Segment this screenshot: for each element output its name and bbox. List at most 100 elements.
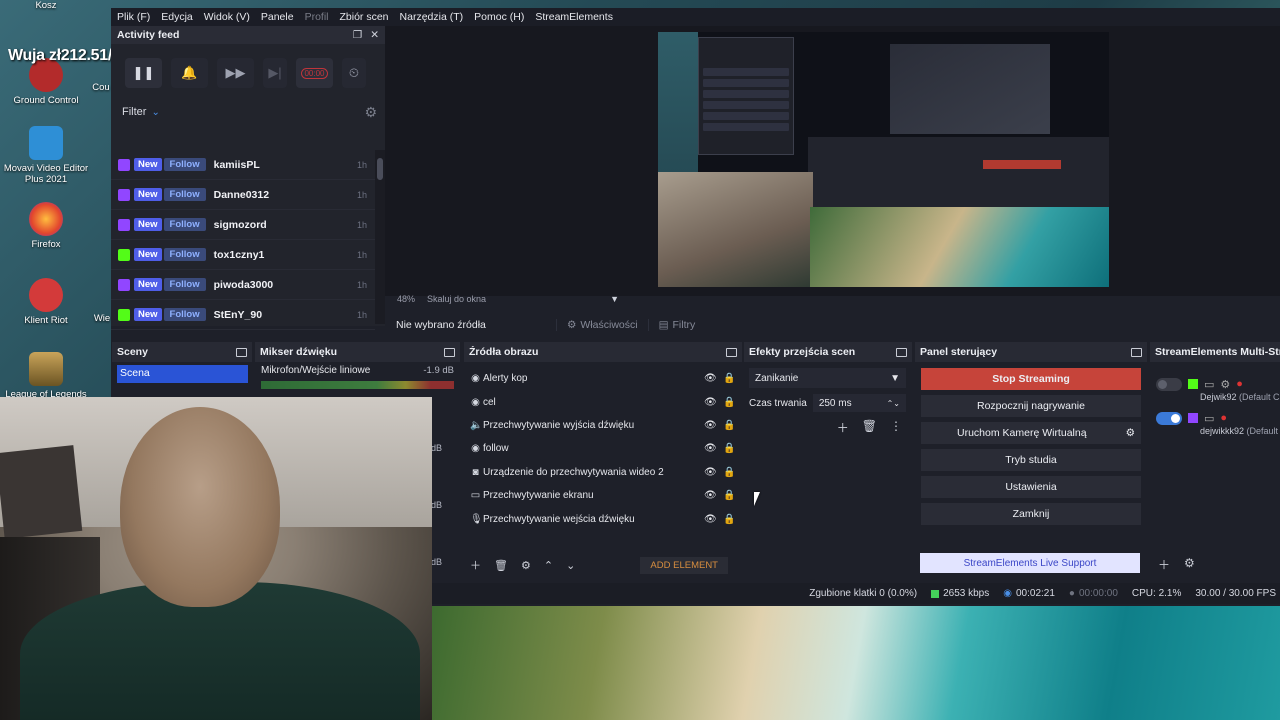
- desktop-icon-riot-client[interactable]: Klient Riot: [0, 278, 92, 326]
- menu-tools[interactable]: Narzędzia (T): [400, 11, 464, 23]
- eye-icon[interactable]: 👁: [704, 373, 717, 384]
- source-item[interactable]: ▭ Przechwytywanie ekranu 👁 🔒: [464, 484, 742, 507]
- menu-streamelements[interactable]: StreamElements: [535, 11, 613, 23]
- menu-scene-collection[interactable]: Zbiór scen: [340, 11, 389, 23]
- feed-time: 1h: [356, 189, 367, 200]
- menu-edit[interactable]: Edycja: [161, 11, 193, 23]
- desktop-icon-firefox[interactable]: Firefox: [0, 202, 92, 250]
- gear-icon[interactable]: ⚙: [1184, 556, 1195, 573]
- menu-view[interactable]: Widok (V): [204, 11, 250, 23]
- trash-icon[interactable]: 🗑: [862, 419, 877, 436]
- zoom-mode[interactable]: Skaluj do okna: [427, 294, 486, 306]
- desktop-icon-recycle-bin[interactable]: Kosz: [0, 0, 92, 11]
- lock-icon[interactable]: 🔒: [723, 420, 735, 431]
- stop-streaming-button[interactable]: Stop Streaming: [921, 368, 1141, 390]
- lock-icon[interactable]: 🔒: [723, 514, 735, 525]
- source-item[interactable]: ◉ cel 👁 🔒: [464, 390, 742, 413]
- source-item[interactable]: ◙ Urządzenie do przechwytywania wideo 2 …: [464, 461, 742, 484]
- source-item[interactable]: ◉ Alerty kop 👁 🔒: [464, 367, 742, 390]
- se-live-support-button[interactable]: StreamElements Live Support: [920, 553, 1140, 573]
- gear-icon[interactable]: ⚙: [1126, 427, 1135, 439]
- move-down-icon[interactable]: ⌄: [566, 559, 575, 572]
- settings-button[interactable]: Ustawienia: [921, 476, 1141, 498]
- eye-icon[interactable]: 👁: [704, 443, 717, 454]
- add-icon[interactable]: ＋: [837, 419, 849, 436]
- monitor-icon[interactable]: ▭: [1204, 378, 1214, 391]
- undock-icon[interactable]: [236, 347, 247, 357]
- gear-icon[interactable]: ⚙: [521, 559, 531, 572]
- eye-icon[interactable]: 👁: [704, 420, 717, 431]
- skip-next-button[interactable]: ▶|: [263, 58, 287, 88]
- add-icon[interactable]: ＋: [470, 557, 481, 573]
- add-icon[interactable]: ＋: [1158, 556, 1170, 573]
- lock-icon[interactable]: 🔒: [723, 443, 735, 454]
- menu-help[interactable]: Pomoc (H): [474, 11, 524, 23]
- eye-icon[interactable]: 👁: [704, 514, 717, 525]
- mute-alerts-button[interactable]: 🔔: [171, 58, 208, 88]
- account-suffix: (Default: [1246, 426, 1279, 436]
- feed-item[interactable]: New Follow StEnY_90 1h: [111, 300, 375, 330]
- virtual-camera-row: Uruchom Kamerę Wirtualną ⚙: [921, 422, 1141, 444]
- feed-scrollbar[interactable]: [375, 150, 385, 324]
- lock-icon[interactable]: 🔒: [723, 490, 735, 501]
- undock-icon[interactable]: [726, 347, 737, 357]
- add-element-button[interactable]: ADD ELEMENT: [640, 556, 728, 574]
- menu-file[interactable]: Plik (F): [117, 11, 150, 23]
- eye-icon[interactable]: 👁: [704, 397, 717, 408]
- exit-button[interactable]: Zamknij: [921, 503, 1141, 525]
- feed-item[interactable]: New Follow tox1czny1 1h: [111, 240, 375, 270]
- studio-mode-button[interactable]: Tryb studia: [921, 449, 1141, 471]
- desktop-icon-league[interactable]: League of Legends: [0, 352, 92, 400]
- desktop-wallpaper-beach: [432, 604, 1280, 720]
- source-item[interactable]: 🎙 Przechwytywanie wejścia dźwięku 👁 🔒: [464, 507, 742, 530]
- start-recording-button[interactable]: Rozpocznij nagrywanie: [921, 395, 1141, 417]
- undock-icon[interactable]: [444, 347, 455, 357]
- eye-icon[interactable]: 👁: [704, 467, 717, 478]
- more-icon[interactable]: ⋮: [890, 419, 902, 436]
- source-item[interactable]: 🔈 Przechwytywanie wyjścia dźwięku 👁 🔒: [464, 414, 742, 437]
- feed-username: piwoda3000: [213, 278, 274, 291]
- account-toggle[interactable]: [1156, 411, 1182, 425]
- filter-dropdown[interactable]: Filter ⌄: [122, 106, 160, 118]
- move-up-icon[interactable]: ⌃: [544, 559, 553, 572]
- lock-icon[interactable]: 🔒: [723, 467, 735, 478]
- transitions-dock-header: Efekty przejścia scen: [744, 342, 912, 362]
- transition-select[interactable]: Zanikanie ▼: [749, 368, 906, 388]
- feed-item[interactable]: New Follow kamiisPL 1h: [111, 150, 375, 180]
- popout-icon[interactable]: ❐: [353, 29, 362, 41]
- desktop-icon-movavi[interactable]: Movavi Video Editor Plus 2021: [0, 126, 92, 185]
- account-toggle[interactable]: [1156, 377, 1182, 391]
- filters-button[interactable]: ▤ Filtry: [647, 319, 706, 331]
- duration-spinbox[interactable]: 250 ms ⌃⌄: [812, 394, 906, 412]
- menu-profile[interactable]: Profil: [305, 11, 329, 23]
- eye-icon[interactable]: 👁: [704, 490, 717, 501]
- virtual-camera-button[interactable]: Uruchom Kamerę Wirtualną: [957, 427, 1087, 439]
- new-badge: New: [134, 218, 162, 231]
- menu-docks[interactable]: Panele: [261, 11, 294, 23]
- settings-gear-icon[interactable]: ⚙: [364, 104, 377, 121]
- spin-arrows-icon[interactable]: ⌃⌄: [887, 399, 900, 408]
- feed-item[interactable]: New Follow sigmozord 1h: [111, 210, 375, 240]
- riot-icon: [29, 278, 63, 312]
- pause-button[interactable]: ❚❚: [125, 58, 162, 88]
- lock-icon[interactable]: 🔒: [723, 373, 735, 384]
- trash-icon[interactable]: 🗑: [494, 559, 508, 572]
- desktop-icon-label: Klient Riot: [24, 315, 68, 326]
- properties-button[interactable]: ⚙ Właściwości: [556, 319, 648, 331]
- skip-alert-button[interactable]: ▶▶: [217, 58, 254, 88]
- scene-item[interactable]: Scena: [117, 365, 248, 383]
- feed-item[interactable]: New Follow piwoda3000 1h: [111, 270, 375, 300]
- alert-timer-button[interactable]: 00:00: [296, 58, 333, 88]
- replay-button[interactable]: ⏲: [342, 58, 366, 88]
- close-icon[interactable]: ✕: [370, 29, 379, 41]
- desktop-icon-ground-control[interactable]: Ground Control: [0, 58, 92, 106]
- lock-icon[interactable]: 🔒: [723, 397, 735, 408]
- controls-dock-header: Panel sterujący: [915, 342, 1147, 362]
- monitor-icon[interactable]: ▭: [1204, 412, 1214, 425]
- zoom-dropdown-icon[interactable]: ▼: [610, 294, 619, 306]
- feed-item[interactable]: New Follow Danne0312 1h: [111, 180, 375, 210]
- settings-icon[interactable]: ⚙: [1220, 378, 1230, 391]
- undock-icon[interactable]: [896, 347, 907, 357]
- undock-icon[interactable]: [1131, 347, 1142, 357]
- source-item[interactable]: ◉ follow 👁 🔒: [464, 437, 742, 460]
